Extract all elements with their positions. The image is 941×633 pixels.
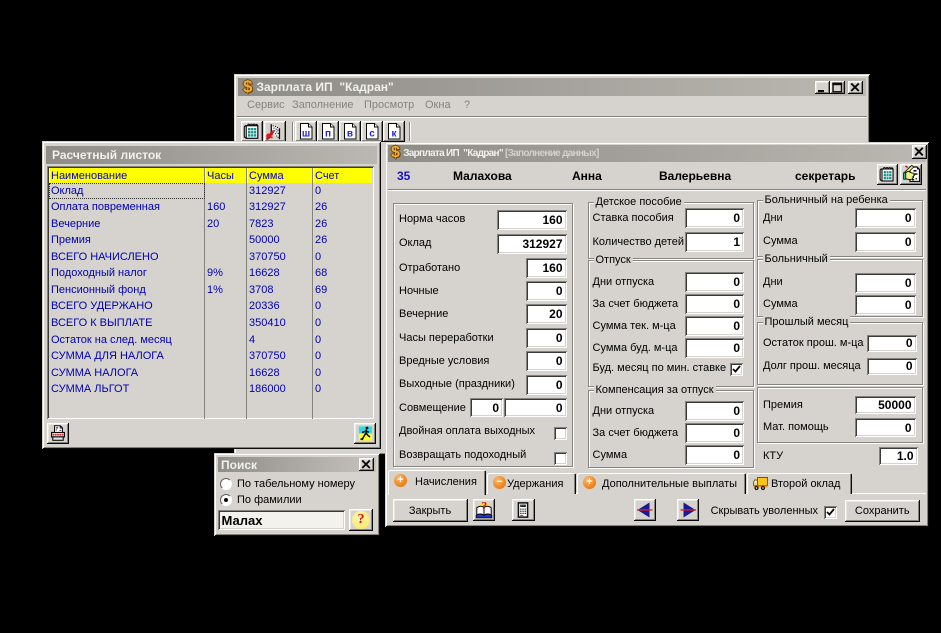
svg-text:в: в xyxy=(347,129,353,140)
svg-text:ш: ш xyxy=(302,129,310,140)
svg-text:с: с xyxy=(369,129,375,140)
svg-text:п: п xyxy=(325,129,331,140)
svg-text:?: ? xyxy=(481,499,487,513)
